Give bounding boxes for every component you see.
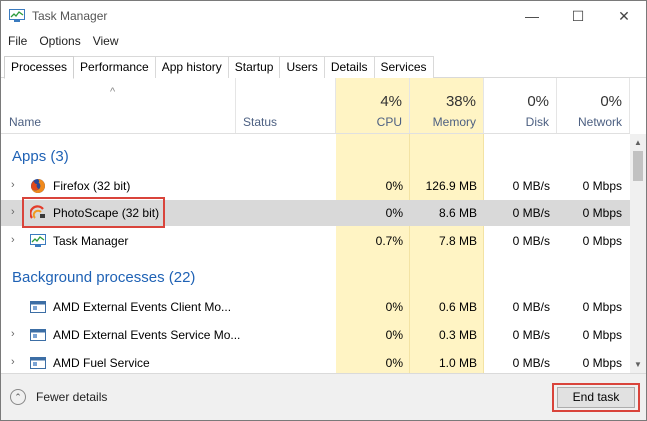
tab-processes[interactable]: Processes [4, 56, 75, 79]
column-status-label: Status [243, 115, 278, 129]
table-row[interactable]: › AMD External Events Service Mo... 0% 0… [1, 322, 630, 348]
column-network-label: Network [577, 115, 622, 129]
memory-value: 7.8 MB [438, 234, 477, 248]
tab-details[interactable]: Details [323, 56, 375, 78]
column-memory-label: Memory [432, 115, 476, 129]
expand-chevron-icon[interactable]: › [11, 356, 15, 368]
group-header-apps: Apps (3) [12, 148, 69, 165]
expand-chevron-icon[interactable]: › [11, 206, 15, 218]
network-value: 0 Mbps [582, 206, 622, 220]
menu-file[interactable]: File [1, 32, 33, 52]
memory-value: 8.6 MB [438, 206, 477, 220]
process-name: AMD External Events Service Mo... [53, 328, 241, 342]
tab-app-history[interactable]: App history [154, 56, 229, 78]
network-value: 0 Mbps [582, 234, 622, 248]
service-icon [30, 301, 46, 313]
expand-chevron-icon[interactable]: › [11, 328, 15, 340]
task-manager-app-icon [9, 9, 25, 22]
cpu-value: 0.7% [375, 234, 403, 248]
disk-total-percent: 0% [527, 93, 549, 110]
tab-strip: Processes Performance App history Startu… [4, 56, 434, 79]
annotation-highlight-photoscape [22, 197, 165, 228]
network-value: 0 Mbps [582, 179, 622, 193]
column-cpu-label: CPU [376, 115, 402, 129]
maximize-button[interactable]: ☐ [555, 1, 601, 31]
cpu-value: 0% [385, 356, 403, 370]
network-value: 0 Mbps [582, 300, 622, 314]
close-button[interactable]: ✕ [601, 1, 647, 31]
table-row[interactable]: › Task Manager 0.7% 7.8 MB 0 MB/s 0 Mbps [1, 228, 630, 254]
disk-value: 0 MB/s [512, 179, 550, 193]
network-total-percent: 0% [600, 93, 622, 110]
memory-value: 0.3 MB [438, 328, 477, 342]
scroll-up-icon[interactable]: ▲ [630, 134, 646, 151]
tab-performance[interactable]: Performance [73, 56, 156, 78]
minimize-button[interactable]: — [509, 1, 555, 31]
disk-value: 0 MB/s [512, 356, 550, 370]
table-row[interactable]: AMD External Events Client Mo... 0% 0.6 … [1, 294, 630, 320]
footer-bar: ⌃ Fewer details End task [1, 373, 646, 420]
column-header-memory[interactable]: 38% Memory [410, 78, 484, 133]
firefox-icon [31, 179, 45, 193]
service-icon [30, 357, 46, 369]
vertical-scrollbar[interactable]: ▲ ▼ [630, 134, 646, 373]
disk-value: 0 MB/s [512, 300, 550, 314]
menu-view[interactable]: View [87, 32, 125, 52]
group-header-background: Background processes (22) [12, 269, 196, 286]
tab-services[interactable]: Services [373, 56, 434, 78]
service-icon [30, 329, 46, 341]
column-header-status[interactable]: Status [236, 78, 336, 133]
network-value: 0 Mbps [582, 328, 622, 342]
disk-value: 0 MB/s [512, 234, 550, 248]
column-header-name[interactable]: Name [1, 78, 236, 133]
column-header-network[interactable]: 0% Network [557, 78, 630, 133]
fewer-details-link[interactable]: Fewer details [36, 390, 107, 404]
column-header-disk[interactable]: 0% Disk [484, 78, 557, 133]
process-name: AMD External Events Client Mo... [53, 300, 232, 314]
scroll-down-icon[interactable]: ▼ [630, 356, 646, 373]
network-value: 0 Mbps [582, 356, 622, 370]
process-name: Task Manager [53, 234, 129, 248]
expand-chevron-icon[interactable]: › [11, 234, 15, 246]
close-icon: ✕ [618, 7, 630, 24]
task-manager-icon [30, 234, 46, 247]
process-name: AMD Fuel Service [53, 356, 150, 370]
process-name: Firefox (32 bit) [53, 179, 131, 193]
memory-total-percent: 38% [445, 93, 476, 110]
cpu-total-percent: 4% [380, 93, 402, 110]
maximize-icon: ☐ [571, 7, 585, 24]
cpu-value: 0% [385, 300, 403, 314]
column-name-label: Name [9, 115, 42, 129]
table-row[interactable]: › Firefox (32 bit) 0% 126.9 MB 0 MB/s 0 … [1, 173, 630, 199]
minimize-icon: — [525, 8, 539, 24]
column-header-cpu[interactable]: 4% CPU [336, 78, 410, 133]
process-list: Apps (3) › Firefox (32 bit) 0% 126.9 MB … [1, 134, 630, 373]
disk-value: 0 MB/s [512, 206, 550, 220]
column-disk-label: Disk [525, 115, 549, 129]
menu-options[interactable]: Options [33, 32, 86, 52]
chevron-up-circle-icon[interactable]: ⌃ [10, 389, 26, 405]
tab-startup[interactable]: Startup [227, 56, 281, 78]
table-row[interactable]: › AMD Fuel Service 0% 1.0 MB 0 MB/s 0 Mb… [1, 350, 630, 373]
end-task-button[interactable]: End task [557, 387, 635, 408]
menu-bar: File Options View [1, 32, 125, 52]
memory-value: 0.6 MB [438, 300, 477, 314]
expand-chevron-icon[interactable]: › [11, 179, 15, 191]
scroll-thumb[interactable] [633, 151, 643, 181]
tab-users[interactable]: Users [279, 56, 325, 78]
cpu-value: 0% [385, 179, 403, 193]
cpu-value: 0% [385, 328, 403, 342]
title-bar: Task Manager — ☐ ✕ [1, 1, 646, 31]
window-title: Task Manager [32, 9, 108, 23]
disk-value: 0 MB/s [512, 328, 550, 342]
memory-value: 1.0 MB [438, 356, 477, 370]
cpu-value: 0% [385, 206, 403, 220]
memory-value: 126.9 MB [425, 179, 477, 193]
task-manager-window: Task Manager — ☐ ✕ File Options View Pro… [0, 0, 647, 421]
